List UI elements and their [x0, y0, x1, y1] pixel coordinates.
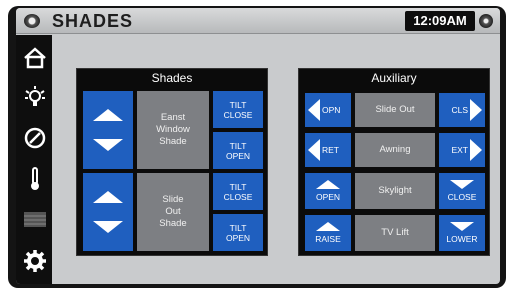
- shade-2-tilt-open-button[interactable]: TILT OPEN: [213, 214, 263, 251]
- shade-2-updown-group: [83, 173, 133, 251]
- aux-skylight-open-label: OPEN: [315, 192, 341, 202]
- shade-1-updown-group: [83, 91, 133, 169]
- corner-icon: [479, 14, 493, 28]
- auxiliary-panel-title: Auxiliary: [371, 71, 417, 85]
- aux-tv-lift-lower-button[interactable]: LOWER: [439, 215, 485, 251]
- shade-1-tilt-open-button[interactable]: TILT OPEN: [213, 132, 263, 169]
- arrow-left-icon: [308, 139, 320, 161]
- aux-awning-retract-button[interactable]: RET: [305, 133, 351, 167]
- shade-2-down-button[interactable]: [93, 221, 123, 233]
- top-bar: SHADES 12:09AM: [16, 8, 500, 34]
- sidebar: [16, 35, 52, 284]
- aux-skylight-open-button[interactable]: OPEN: [305, 173, 351, 209]
- sidebar-item-shades[interactable]: [22, 207, 48, 233]
- shades-icon: [24, 212, 46, 227]
- aux-tv-lift-raise-button[interactable]: RAISE: [305, 215, 351, 251]
- screen: SHADES 12:09AM Shades Eanst Window Shade…: [16, 8, 500, 284]
- sidebar-item-lights[interactable]: [22, 84, 48, 110]
- arrow-up-icon: [316, 180, 340, 189]
- aux-slide-out-open-label: OPN: [322, 105, 341, 115]
- aux-skylight-close-button[interactable]: CLOSE: [439, 173, 485, 209]
- arrow-down-icon: [450, 180, 474, 189]
- aux-tv-lift-raise-label: RAISE: [315, 234, 341, 244]
- arrow-right-icon: [470, 139, 482, 161]
- shade-2-tilt-close-button[interactable]: TILT CLOSE: [213, 173, 263, 210]
- disc-icon: [24, 127, 46, 149]
- aux-slide-out-close-label: CLS: [451, 105, 468, 115]
- shade-1-name: Eanst Window Shade: [137, 91, 209, 169]
- aux-awning-name: Awning: [355, 133, 435, 167]
- shade-1-tilt-close-button[interactable]: TILT CLOSE: [213, 91, 263, 128]
- arrow-up-icon: [316, 222, 340, 231]
- sidebar-item-home[interactable]: [22, 45, 48, 71]
- shade-2-name: Slide Out Shade: [137, 173, 209, 251]
- home-icon: [24, 47, 46, 69]
- aux-skylight-close-label: CLOSE: [447, 192, 477, 202]
- arrow-right-icon: [470, 99, 482, 121]
- shades-panel: Shades Eanst Window Shade TILT CLOSE TIL…: [76, 68, 268, 256]
- arrow-left-icon: [308, 99, 320, 121]
- light-bulb-icon: [25, 86, 45, 106]
- shade-2-up-button[interactable]: [93, 191, 123, 203]
- page-title: SHADES: [52, 11, 134, 31]
- aux-tv-lift-name: TV Lift: [355, 215, 435, 251]
- aux-awning-extend-button[interactable]: EXT: [439, 133, 485, 167]
- aux-tv-lift-lower-label: LOWER: [446, 234, 478, 244]
- logo-icon: [24, 14, 40, 28]
- aux-slide-out-close-button[interactable]: CLS: [439, 93, 485, 127]
- gear-icon: [24, 250, 46, 272]
- aux-slide-out-name: Slide Out: [355, 93, 435, 127]
- shades-panel-title: Shades: [151, 71, 193, 85]
- shade-1-down-button[interactable]: [93, 139, 123, 151]
- auxiliary-panel: Auxiliary OPN Slide Out CLS RET Awning E…: [298, 68, 490, 256]
- clock-display: 12:09AM: [405, 11, 475, 31]
- sidebar-item-settings[interactable]: [22, 248, 48, 274]
- sidebar-item-climate[interactable]: [22, 166, 48, 192]
- sidebar-item-media[interactable]: [22, 125, 48, 151]
- aux-slide-out-open-button[interactable]: OPN: [305, 93, 351, 127]
- thermometer-icon: [31, 167, 39, 190]
- shade-1-up-button[interactable]: [93, 109, 123, 121]
- aux-awning-retract-label: RET: [322, 145, 339, 155]
- aux-awning-extend-label: EXT: [451, 145, 468, 155]
- arrow-down-icon: [450, 222, 474, 231]
- aux-skylight-name: Skylight: [355, 173, 435, 209]
